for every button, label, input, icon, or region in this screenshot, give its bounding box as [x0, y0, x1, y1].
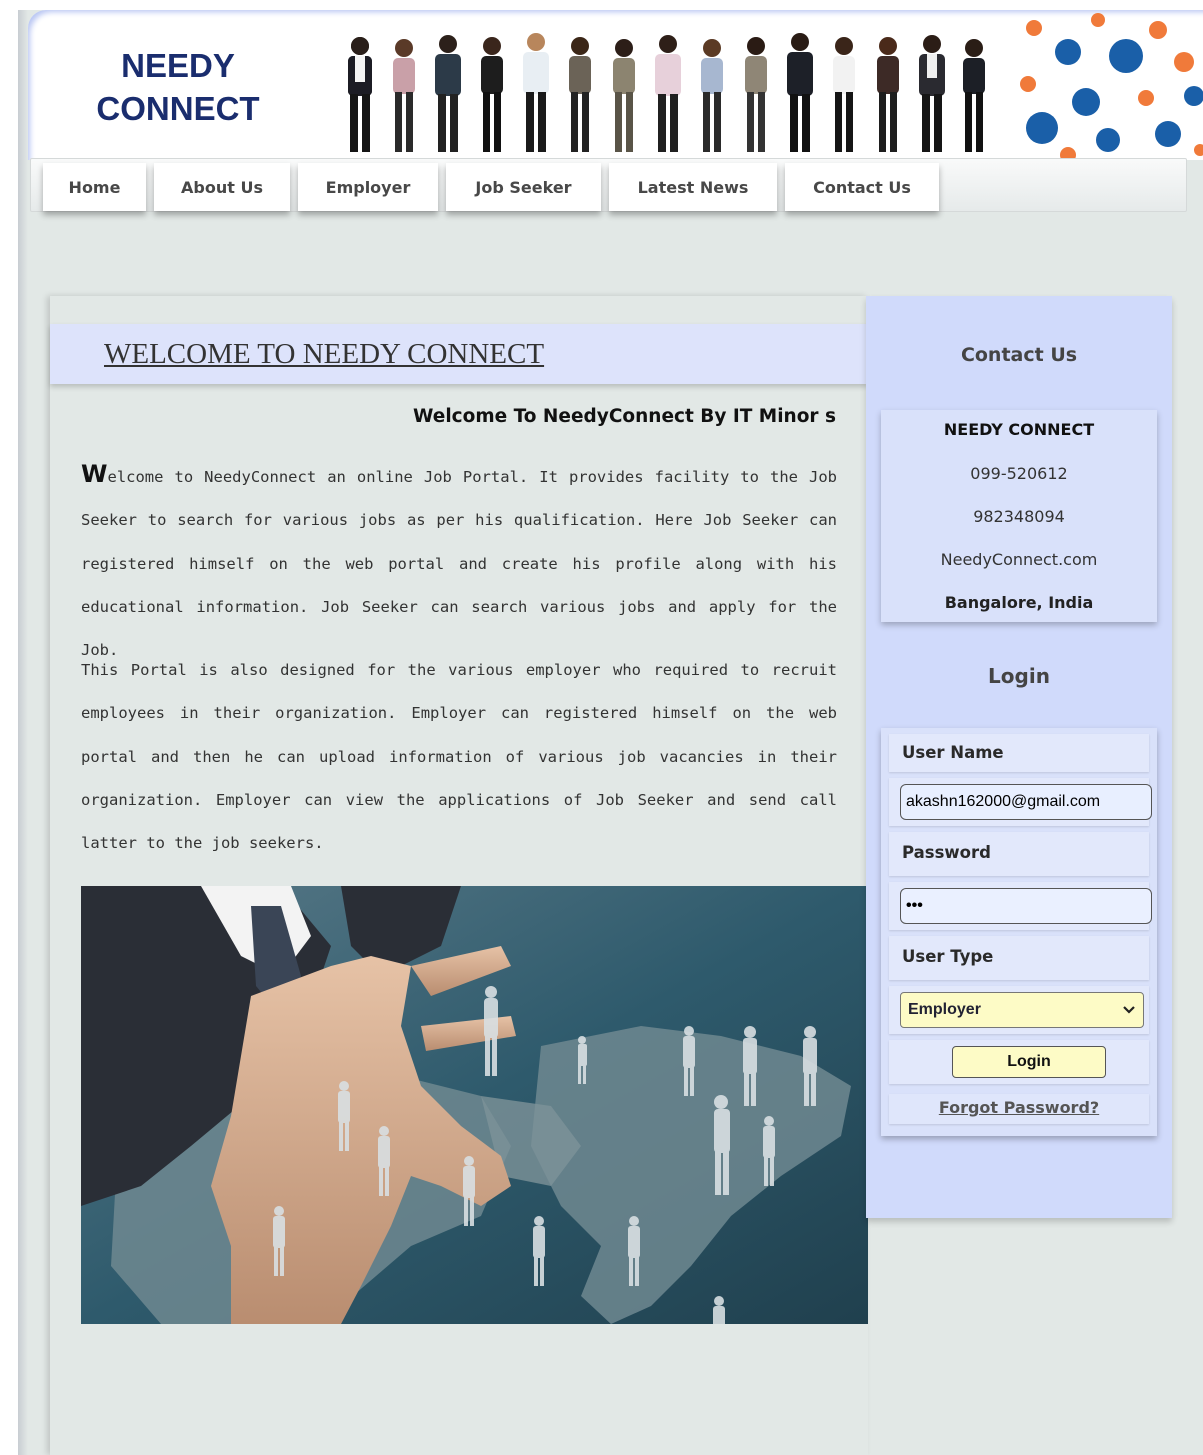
contact-website: NeedyConnect.com	[940, 550, 1098, 569]
forgot-password-link[interactable]: Forgot Password?	[889, 1098, 1149, 1117]
login-button[interactable]: Login	[952, 1046, 1106, 1078]
nav-label: Latest News	[637, 177, 749, 197]
intro-paragraph-1-text: elcome to NeedyConnect an online Job Por…	[81, 468, 837, 660]
nav-home-button[interactable]: Home	[43, 163, 146, 211]
nav-label: Home	[68, 177, 121, 197]
password-label: Password	[902, 843, 991, 862]
nav-label: About Us	[181, 177, 263, 197]
intro-paragraph-1: Welcome to NeedyConnect an online Job Po…	[81, 453, 837, 672]
world-network-hand-image	[81, 886, 868, 1324]
nav-label: Job Seeker	[475, 177, 572, 197]
nav-label: Employer	[325, 177, 411, 197]
usertype-label: User Type	[902, 947, 994, 966]
contact-name: NEEDY CONNECT	[943, 420, 1095, 439]
decorative-dots-image	[1020, 13, 1203, 160]
login-form: User Name Password ••• User Type Employe…	[881, 728, 1157, 1136]
nav-about-button[interactable]: About Us	[154, 163, 290, 211]
business-people-banner-image	[348, 33, 985, 152]
contact-location: Bangalore, India	[944, 593, 1094, 612]
password-input[interactable]: •••	[900, 888, 1152, 924]
nav-latest-news-button[interactable]: Latest News	[609, 163, 777, 211]
chevron-down-icon	[1123, 1006, 1135, 1014]
contact-phone-1: 099-520612	[970, 464, 1068, 483]
password-input-row: •••	[889, 882, 1152, 930]
username-label-row: User Name	[889, 734, 1149, 772]
nav-job-seeker-button[interactable]: Job Seeker	[446, 163, 601, 211]
hero-image	[81, 886, 868, 1324]
contact-phone-2: 982348094	[973, 507, 1065, 526]
user-type-select[interactable]: Employer	[900, 992, 1144, 1028]
contact-box: NEEDY CONNECT 099-520612 982348094 Needy…	[881, 410, 1157, 622]
page-title: WELCOME TO NEEDY CONNECT	[104, 338, 545, 370]
contact-heading: Contact Us	[960, 344, 1078, 366]
welcome-subheading: Welcome To NeedyConnect By IT Minor s	[413, 406, 836, 427]
drop-cap: W	[81, 460, 108, 488]
brand-line-2: CONNECT	[96, 90, 260, 127]
login-heading: Login	[988, 664, 1050, 688]
sidebar: Contact Us NEEDY CONNECT 099-520612 9823…	[866, 296, 1172, 1218]
nav-employer-button[interactable]: Employer	[298, 163, 438, 211]
forgot-row: Forgot Password?	[889, 1094, 1149, 1124]
username-label: User Name	[902, 743, 1004, 762]
nav-contact-button[interactable]: Contact Us	[785, 163, 939, 211]
username-input-row	[889, 778, 1152, 826]
main-content: WELCOME TO NEEDY CONNECT Welcome To Need…	[50, 296, 868, 1455]
user-type-selected: Employer	[908, 1001, 981, 1018]
login-button-row: Login	[889, 1040, 1149, 1084]
nav-label: Contact Us	[813, 177, 911, 197]
intro-paragraph-2: This Portal is also designed for the var…	[81, 661, 837, 853]
username-input[interactable]	[900, 784, 1152, 820]
usertype-label-row: User Type	[889, 936, 1149, 980]
brand-logo[interactable]: NEEDY CONNECT	[28, 44, 328, 130]
brand-line-1: NEEDY	[121, 47, 235, 84]
usertype-select-row: Employer	[889, 986, 1149, 1034]
site-header: NEEDY CONNECT	[28, 10, 1203, 160]
password-label-row: Password	[889, 832, 1149, 876]
left-edge	[18, 10, 28, 1455]
